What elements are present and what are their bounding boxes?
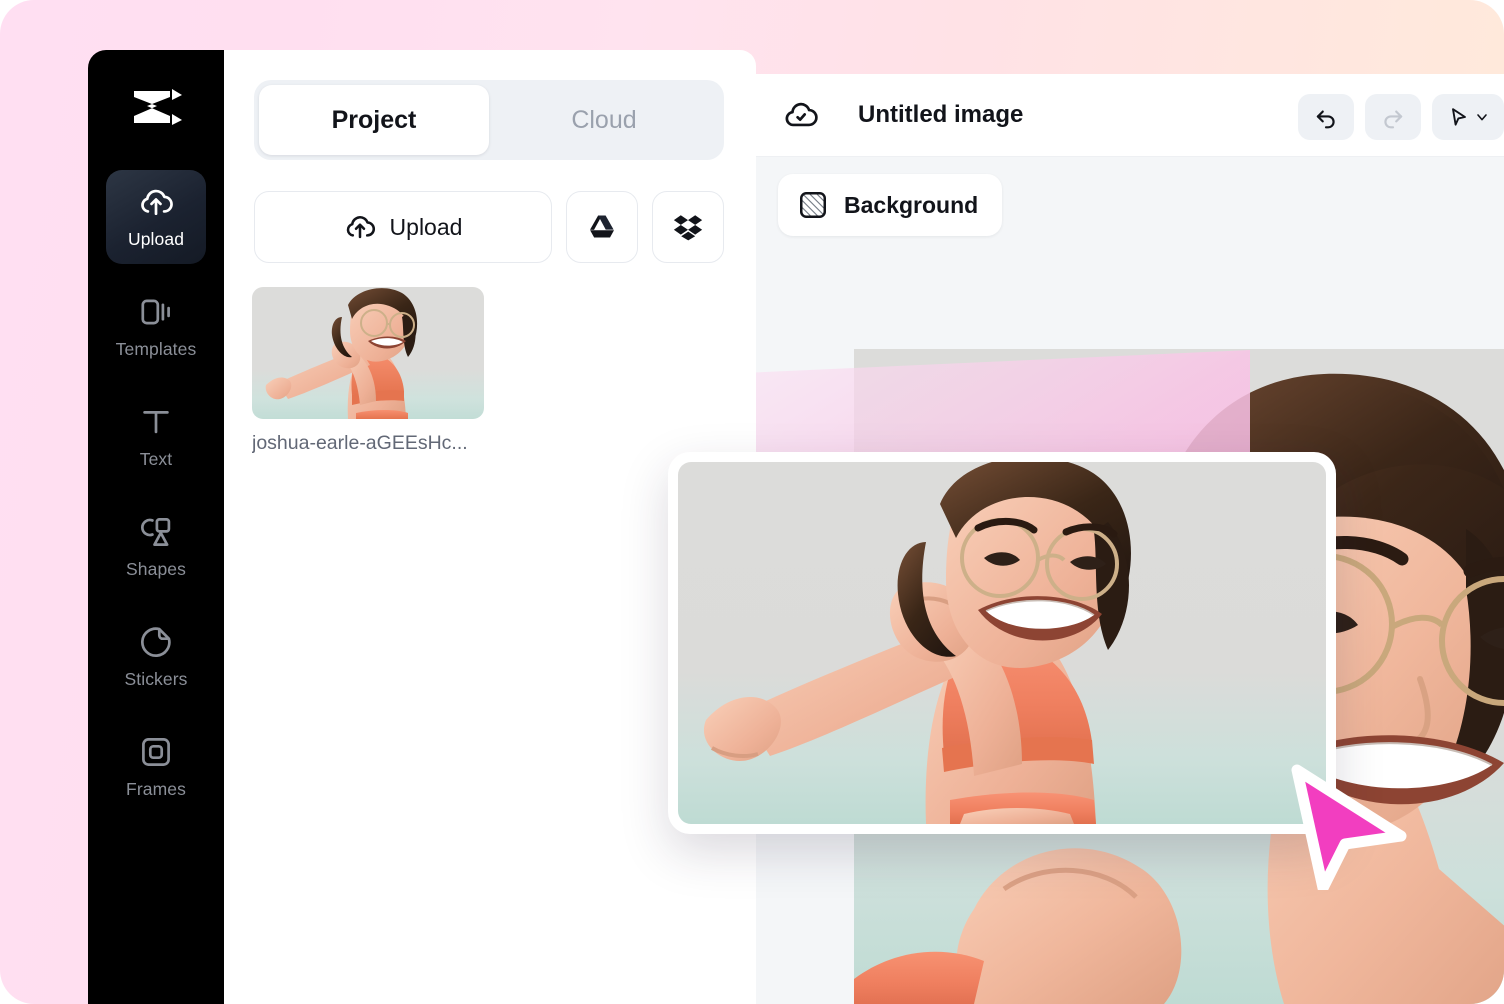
upload-actions-row: Upload [254,191,724,263]
dragged-photo-art [703,462,1131,824]
redo-button[interactable] [1365,94,1421,140]
sidebar-item-label: Shapes [126,559,186,579]
cloud-upload-icon [344,211,376,243]
dragged-image-preview [678,462,1326,824]
sidebar-item-shapes[interactable]: Shapes [106,500,206,594]
sidebar-item-text[interactable]: Text [106,390,206,484]
panel-tabs: Project Cloud [254,80,724,160]
google-drive-button[interactable] [566,191,638,263]
app-logo[interactable] [88,83,224,133]
capcut-logo-icon [134,89,182,125]
tab-project[interactable]: Project [259,85,489,155]
google-drive-icon [586,211,618,243]
sidebar-item-label: Upload [127,229,185,249]
left-navigation-rail: Upload Templates Text Shapes Stickers Fr… [88,50,224,1004]
sidebar-item-label: Frames [126,779,186,799]
select-tool-button[interactable] [1432,94,1504,140]
dragged-image-card[interactable] [668,452,1336,834]
shapes-icon [138,514,174,550]
upload-button[interactable]: Upload [254,191,552,263]
rail-items: Upload Templates Text Shapes Stickers Fr… [88,170,224,830]
templates-icon [138,294,174,330]
asset-name: joshua-earle-aGEEsHc... [252,432,468,454]
editor-toolbar [1298,94,1504,140]
chevron-down-icon [1474,109,1490,125]
hatched-square-icon [798,190,828,220]
sidebar-item-frames[interactable]: Frames [106,720,206,814]
app-window: Untitled image Background Upload Templat… [0,0,1504,1004]
text-t-icon [138,404,174,440]
sticker-icon [138,624,174,660]
asset-thumbnail-art [265,288,418,419]
background-button-label: Background [844,191,979,218]
editor-topbar: Untitled image [756,74,1504,157]
asset-item[interactable]: joshua-earle-aGEEsHc... [252,287,484,455]
sidebar-item-label: Templates [115,339,197,359]
cloud-check-icon [784,98,818,132]
background-button[interactable]: Background [778,174,1003,236]
sidebar-item-upload[interactable]: Upload [106,170,206,264]
undo-button[interactable] [1298,94,1354,140]
sidebar-item-label: Text [139,449,173,469]
sidebar-item-stickers[interactable]: Stickers [106,610,206,704]
asset-thumbnail[interactable] [252,287,484,419]
cursor-arrow-icon [1446,105,1470,129]
frames-icon [138,734,174,770]
upload-button-label: Upload [389,213,463,240]
sidebar-item-templates[interactable]: Templates [106,280,206,374]
sidebar-item-label: Stickers [124,669,188,689]
dropbox-button[interactable] [652,191,724,263]
document-title[interactable]: Untitled image [858,101,1023,129]
tab-cloud[interactable]: Cloud [489,85,719,155]
dropbox-icon [672,211,704,243]
editor-contextbar: Background [756,157,1504,253]
cloud-upload-icon [138,184,174,220]
